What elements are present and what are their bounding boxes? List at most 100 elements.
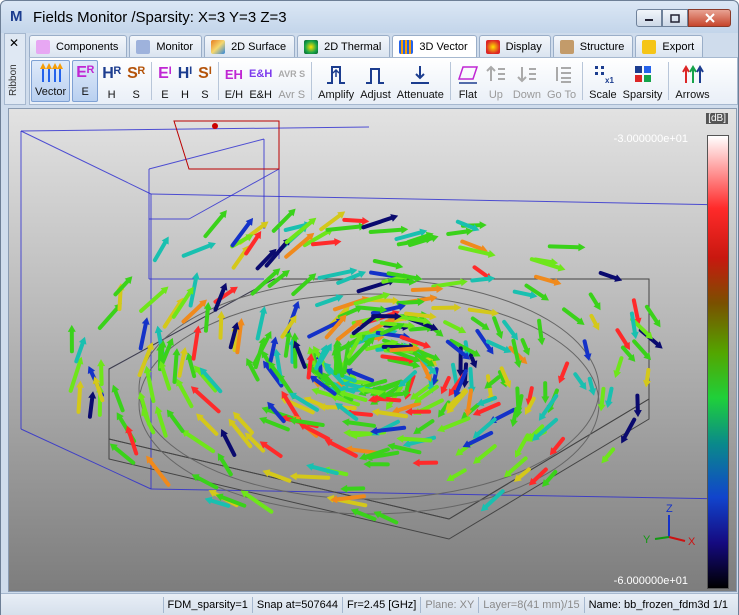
s-real-icon: Sᴿ xyxy=(127,65,146,82)
field-vector-arrowhead xyxy=(88,391,97,399)
field-vector-arrow xyxy=(97,306,120,330)
field-vector-arrow xyxy=(139,289,166,313)
vector-field-scene[interactable]: Z Y X xyxy=(9,109,737,592)
title-bar: M Fields Monitor /Sparsity: X=3 Y=3 Z=3 xyxy=(1,1,738,33)
tool-label: E/H xyxy=(224,89,244,101)
structure-icon xyxy=(559,39,574,54)
tool-label: H xyxy=(180,89,189,101)
field-vector-arrow xyxy=(631,298,640,321)
status-sparsity: FDM_sparsity=1 xyxy=(162,597,252,613)
avr-s-button[interactable]: AVR S Avr S xyxy=(275,58,308,104)
field-vector-arrow xyxy=(255,311,266,341)
x-axis-label: X xyxy=(688,536,696,548)
field-vector-arrowhead xyxy=(460,278,468,287)
tab-2d-thermal[interactable]: 2D Thermal xyxy=(297,35,391,57)
s-imag-button[interactable]: Sᴵ S xyxy=(195,58,215,104)
e-and-h-button[interactable]: E&H E&H xyxy=(246,58,275,104)
field-vector-arrow xyxy=(582,339,590,357)
h-imag-icon: Hᴵ xyxy=(177,65,193,82)
components-icon xyxy=(36,39,50,54)
scale-dropdown[interactable]: x10 Scale xyxy=(586,58,620,104)
adjust-button[interactable]: Adjust xyxy=(357,58,394,104)
arrows-button[interactable]: Arrows xyxy=(672,58,712,104)
field-vector-arrowhead xyxy=(578,243,586,252)
field-vector-arrow xyxy=(520,338,529,352)
toolbar-separator xyxy=(668,62,670,100)
field-vector-arrow xyxy=(263,443,283,458)
field-vector-arrowhead xyxy=(395,261,404,270)
tab-structure[interactable]: Structure xyxy=(552,35,634,57)
toolbar-separator xyxy=(217,62,219,100)
probe-marker xyxy=(212,123,218,129)
field-vector-arrow xyxy=(644,304,659,324)
field-vector-arrow xyxy=(588,292,599,307)
field-vector-arrow xyxy=(547,244,581,250)
h-imag-button[interactable]: Hᴵ H xyxy=(175,58,195,104)
tab-label: 2D Surface xyxy=(231,40,287,53)
tab-2d-surface[interactable]: 2D Surface xyxy=(204,35,296,57)
toolbar-separator xyxy=(151,62,153,100)
field-vector-arrow xyxy=(156,410,168,438)
field-vector-arrow xyxy=(160,365,172,391)
field-vector-arrowhead xyxy=(340,484,348,493)
ribbon-collapse-button[interactable]: ✕ xyxy=(9,36,19,50)
vector-button[interactable]: Vector xyxy=(31,60,71,102)
sparsity-dropdown[interactable]: Sparsity xyxy=(620,58,666,104)
colorbar-units: [dB] xyxy=(706,113,728,124)
field-vector-arrow xyxy=(181,243,212,258)
minimize-button[interactable] xyxy=(636,9,662,27)
field-vector-arrowhead xyxy=(154,406,163,414)
amplify-button[interactable]: Amplify xyxy=(315,58,357,104)
field-vector-arrowhead xyxy=(400,225,409,234)
e-real-button[interactable]: Eᴿ E xyxy=(72,60,99,102)
e-imag-icon: Eᴵ xyxy=(158,65,172,82)
field-vector-arrow xyxy=(629,311,637,335)
export-icon xyxy=(642,39,657,54)
field-vector-arrow xyxy=(389,346,416,353)
fields-monitor-window: M Fields Monitor /Sparsity: X=3 Y=3 Z=3 … xyxy=(0,0,739,615)
field-vector-arrow xyxy=(632,339,649,357)
arrows-icon xyxy=(681,61,704,87)
vector-icon xyxy=(399,40,414,54)
tab-display[interactable]: Display xyxy=(478,35,551,57)
field-vector-arrow xyxy=(168,413,185,433)
tool-label: Adjust xyxy=(360,89,391,101)
tab-export[interactable]: Export xyxy=(635,35,704,57)
field-vector-arrowhead xyxy=(97,359,106,367)
up-button[interactable]: Up xyxy=(482,58,510,104)
maximize-button[interactable] xyxy=(662,9,688,27)
tool-label: H xyxy=(107,89,116,101)
field-vector-arrow xyxy=(476,444,497,462)
field-vector-arrowhead xyxy=(141,317,150,325)
field-vector-arrow xyxy=(401,436,433,443)
3d-vector-viewport[interactable]: Z Y X [dB] -3.000000e+01 -6.000000e+01 xyxy=(8,108,737,592)
field-vector-arrow xyxy=(442,375,451,390)
attenuate-button[interactable]: Attenuate xyxy=(394,58,447,104)
go-to-button[interactable]: Go To xyxy=(544,58,579,104)
close-button[interactable] xyxy=(688,9,731,27)
h-real-button[interactable]: Hᴿ H xyxy=(99,58,124,104)
z-axis-label: Z xyxy=(666,503,673,515)
amplify-icon xyxy=(325,61,347,87)
field-vector-arrow xyxy=(372,258,399,268)
field-vector-arrowhead xyxy=(633,410,642,418)
vector-field-icon xyxy=(39,61,63,84)
field-vector-arrow xyxy=(383,391,405,398)
field-vector-arrow xyxy=(325,224,362,232)
field-vector-arrowhead xyxy=(172,348,181,356)
field-vector-arrow xyxy=(187,357,197,379)
field-vector-arrowhead xyxy=(537,337,546,346)
tab-3d-vector[interactable]: 3D Vector xyxy=(392,35,477,58)
e-and-h-icon: E&H xyxy=(249,68,273,80)
s-real-button[interactable]: Sᴿ S xyxy=(124,58,148,104)
tab-components[interactable]: Components xyxy=(29,35,128,57)
e-h-dropdown[interactable]: EH E/H xyxy=(222,58,246,104)
tool-label: E xyxy=(81,86,89,98)
tab-monitor[interactable]: Monitor xyxy=(129,35,203,57)
field-vector-arrow xyxy=(294,474,331,480)
field-vector-arrowhead xyxy=(588,388,597,396)
down-button[interactable]: Down xyxy=(510,58,544,104)
thermal-icon xyxy=(304,39,319,54)
e-imag-button[interactable]: Eᴵ E xyxy=(155,58,175,104)
flat-button[interactable]: Flat xyxy=(454,58,482,104)
